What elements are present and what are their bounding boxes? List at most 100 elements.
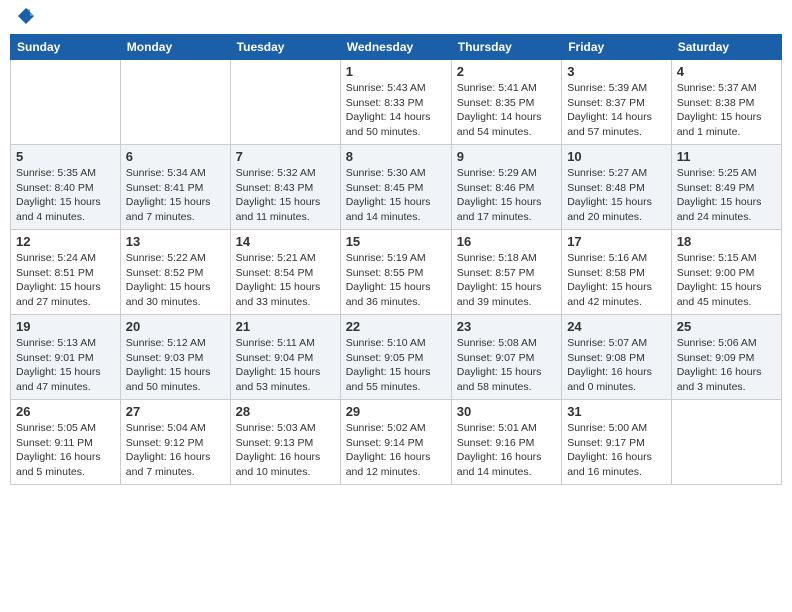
day-info: Sunrise: 5:06 AM Sunset: 9:09 PM Dayligh… (677, 336, 776, 395)
calendar-cell (230, 60, 340, 145)
day-number: 24 (567, 319, 666, 334)
calendar-cell: 19 Sunrise: 5:13 AM Sunset: 9:01 PM Dayli… (11, 315, 121, 400)
logo-icon (16, 6, 36, 26)
day-number: 5 (16, 149, 115, 164)
calendar-cell: 20Sunrise: 5:12 AM Sunset: 9:03 PM Dayli… (120, 315, 230, 400)
calendar-cell: 31Sunrise: 5:00 AM Sunset: 9:17 PM Dayli… (562, 400, 672, 485)
day-info: Sunrise: 5:22 AM Sunset: 8:52 PM Dayligh… (126, 251, 225, 310)
calendar-cell: 4 Sunrise: 5:37 AM Sunset: 8:38 PM Daylig… (671, 60, 781, 145)
day-number: 4 (677, 64, 776, 79)
day-info: Sunrise: 5:02 AM Sunset: 9:14 PM Dayligh… (346, 421, 446, 480)
day-info: Sunrise: 5:37 AM Sunset: 8:38 PM Dayligh… (677, 81, 776, 140)
calendar-cell: 17 Sunrise: 5:16 AM Sunset: 8:58 PM Dayli… (562, 230, 672, 315)
day-number: 3 (567, 64, 666, 79)
day-info: Sunrise: 5:00 AM Sunset: 9:17 PM Dayligh… (567, 421, 666, 480)
calendar-cell: 24 Sunrise: 5:07 AM Sunset: 9:08 PM Dayli… (562, 315, 672, 400)
day-number: 21 (236, 319, 335, 334)
logo (14, 10, 36, 26)
day-number: 7 (236, 149, 335, 164)
day-header-saturday: Saturday (671, 35, 781, 60)
day-number: 12 (16, 234, 115, 249)
calendar-week-4: 19 Sunrise: 5:13 AM Sunset: 9:01 PM Dayli… (11, 315, 782, 400)
day-header-wednesday: Wednesday (340, 35, 451, 60)
calendar-cell: 11 Sunrise: 5:25 AM Sunset: 8:49 PM Dayli… (671, 145, 781, 230)
day-number: 29 (346, 404, 446, 419)
calendar-cell: 22 Sunrise: 5:10 AM Sunset: 9:05 PM Dayli… (340, 315, 451, 400)
calendar-cell: 5 Sunrise: 5:35 AM Sunset: 8:40 PM Daylig… (11, 145, 121, 230)
day-number: 17 (567, 234, 666, 249)
day-number: 6 (126, 149, 225, 164)
calendar-cell: 13 Sunrise: 5:22 AM Sunset: 8:52 PM Dayli… (120, 230, 230, 315)
day-info: Sunrise: 5:25 AM Sunset: 8:49 PM Dayligh… (677, 166, 776, 225)
day-info: Sunrise: 5:35 AM Sunset: 8:40 PM Dayligh… (16, 166, 115, 225)
day-info: Sunrise: 5:15 AM Sunset: 9:00 PM Dayligh… (677, 251, 776, 310)
day-info: Sunrise: 5:08 AM Sunset: 9:07 PM Dayligh… (457, 336, 556, 395)
day-number: 16 (457, 234, 556, 249)
day-header-sunday: Sunday (11, 35, 121, 60)
calendar-cell: 10Sunrise: 5:27 AM Sunset: 8:48 PM Dayli… (562, 145, 672, 230)
day-number: 1 (346, 64, 446, 79)
calendar-header-row: SundayMondayTuesdayWednesdayThursdayFrid… (11, 35, 782, 60)
day-number: 13 (126, 234, 225, 249)
calendar-cell: 9 Sunrise: 5:29 AM Sunset: 8:46 PM Daylig… (451, 145, 561, 230)
day-number: 19 (16, 319, 115, 334)
day-number: 27 (126, 404, 225, 419)
calendar-cell: 26Sunrise: 5:05 AM Sunset: 9:11 PM Dayli… (11, 400, 121, 485)
day-header-thursday: Thursday (451, 35, 561, 60)
calendar-cell: 3 Sunrise: 5:39 AM Sunset: 8:37 PM Daylig… (562, 60, 672, 145)
day-info: Sunrise: 5:29 AM Sunset: 8:46 PM Dayligh… (457, 166, 556, 225)
day-info: Sunrise: 5:13 AM Sunset: 9:01 PM Dayligh… (16, 336, 115, 395)
calendar-cell: 8Sunrise: 5:30 AM Sunset: 8:45 PM Daylig… (340, 145, 451, 230)
calendar-cell: 14 Sunrise: 5:21 AM Sunset: 8:54 PM Dayli… (230, 230, 340, 315)
page-header (10, 10, 782, 26)
calendar-cell: 18 Sunrise: 5:15 AM Sunset: 9:00 PM Dayli… (671, 230, 781, 315)
calendar-week-3: 12 Sunrise: 5:24 AM Sunset: 8:51 PM Dayli… (11, 230, 782, 315)
calendar-week-1: 1Sunrise: 5:43 AM Sunset: 8:33 PM Daylig… (11, 60, 782, 145)
day-number: 20 (126, 319, 225, 334)
day-info: Sunrise: 5:11 AM Sunset: 9:04 PM Dayligh… (236, 336, 335, 395)
day-info: Sunrise: 5:10 AM Sunset: 9:05 PM Dayligh… (346, 336, 446, 395)
day-number: 18 (677, 234, 776, 249)
day-info: Sunrise: 5:41 AM Sunset: 8:35 PM Dayligh… (457, 81, 556, 140)
day-info: Sunrise: 5:27 AM Sunset: 8:48 PM Dayligh… (567, 166, 666, 225)
day-info: Sunrise: 5:34 AM Sunset: 8:41 PM Dayligh… (126, 166, 225, 225)
day-number: 11 (677, 149, 776, 164)
day-header-friday: Friday (562, 35, 672, 60)
day-number: 23 (457, 319, 556, 334)
day-number: 28 (236, 404, 335, 419)
calendar-table: SundayMondayTuesdayWednesdayThursdayFrid… (10, 34, 782, 485)
day-number: 14 (236, 234, 335, 249)
calendar-cell: 7 Sunrise: 5:32 AM Sunset: 8:43 PM Daylig… (230, 145, 340, 230)
calendar-cell: 27 Sunrise: 5:04 AM Sunset: 9:12 PM Dayli… (120, 400, 230, 485)
day-number: 15 (346, 234, 446, 249)
day-info: Sunrise: 5:01 AM Sunset: 9:16 PM Dayligh… (457, 421, 556, 480)
day-info: Sunrise: 5:24 AM Sunset: 8:51 PM Dayligh… (16, 251, 115, 310)
day-info: Sunrise: 5:21 AM Sunset: 8:54 PM Dayligh… (236, 251, 335, 310)
day-info: Sunrise: 5:30 AM Sunset: 8:45 PM Dayligh… (346, 166, 446, 225)
calendar-cell: 15 Sunrise: 5:19 AM Sunset: 8:55 PM Dayli… (340, 230, 451, 315)
day-number: 9 (457, 149, 556, 164)
day-info: Sunrise: 5:07 AM Sunset: 9:08 PM Dayligh… (567, 336, 666, 395)
day-info: Sunrise: 5:32 AM Sunset: 8:43 PM Dayligh… (236, 166, 335, 225)
day-number: 22 (346, 319, 446, 334)
day-info: Sunrise: 5:19 AM Sunset: 8:55 PM Dayligh… (346, 251, 446, 310)
day-info: Sunrise: 5:16 AM Sunset: 8:58 PM Dayligh… (567, 251, 666, 310)
calendar-cell (671, 400, 781, 485)
calendar-cell: 28 Sunrise: 5:03 AM Sunset: 9:13 PM Dayli… (230, 400, 340, 485)
day-info: Sunrise: 5:03 AM Sunset: 9:13 PM Dayligh… (236, 421, 335, 480)
calendar-week-2: 5 Sunrise: 5:35 AM Sunset: 8:40 PM Daylig… (11, 145, 782, 230)
day-info: Sunrise: 5:39 AM Sunset: 8:37 PM Dayligh… (567, 81, 666, 140)
day-header-monday: Monday (120, 35, 230, 60)
calendar-cell: 16Sunrise: 5:18 AM Sunset: 8:57 PM Dayli… (451, 230, 561, 315)
calendar-week-5: 26Sunrise: 5:05 AM Sunset: 9:11 PM Dayli… (11, 400, 782, 485)
calendar-cell: 29 Sunrise: 5:02 AM Sunset: 9:14 PM Dayli… (340, 400, 451, 485)
day-number: 26 (16, 404, 115, 419)
calendar-cell (11, 60, 121, 145)
day-number: 30 (457, 404, 556, 419)
day-info: Sunrise: 5:04 AM Sunset: 9:12 PM Dayligh… (126, 421, 225, 480)
calendar-cell: 23 Sunrise: 5:08 AM Sunset: 9:07 PM Dayli… (451, 315, 561, 400)
calendar-cell: 21 Sunrise: 5:11 AM Sunset: 9:04 PM Dayli… (230, 315, 340, 400)
day-number: 2 (457, 64, 556, 79)
calendar-cell: 1Sunrise: 5:43 AM Sunset: 8:33 PM Daylig… (340, 60, 451, 145)
calendar-cell: 12 Sunrise: 5:24 AM Sunset: 8:51 PM Dayli… (11, 230, 121, 315)
